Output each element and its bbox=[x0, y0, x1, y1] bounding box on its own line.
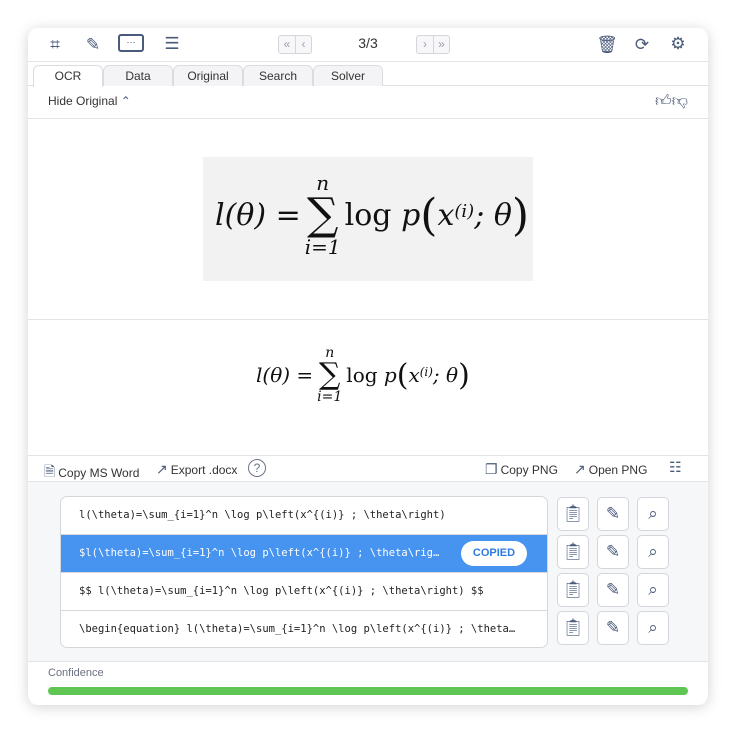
edit-icon[interactable]: ✎ bbox=[597, 573, 629, 607]
confidence-label: Confidence bbox=[48, 667, 104, 679]
edit-icon[interactable]: ✎ bbox=[597, 611, 629, 645]
formula-log: log bbox=[346, 363, 378, 387]
sum: n ∑ i=1 bbox=[305, 171, 341, 259]
open-png-button[interactable]: ↗ Open PNG bbox=[574, 461, 647, 478]
search-icon[interactable]: ⌕ bbox=[637, 535, 669, 569]
result-text: \begin{equation} l(\theta)=\sum_{i=1}^n … bbox=[79, 623, 516, 635]
tab-ocr[interactable]: OCR bbox=[33, 65, 103, 87]
app-window: ⌗ ✎ ⋯ ☰ « ‹ 3/3 › » 🗑 ⟳ ⚙ OCR Data Origi… bbox=[28, 28, 708, 705]
formula-semi: ; θ bbox=[474, 197, 512, 233]
formula-lhs: l(θ) = bbox=[215, 197, 301, 233]
original-image: l(θ) = n ∑ i=1 log p(x (i); θ) bbox=[203, 157, 533, 281]
gear-icon[interactable]: ⚙ bbox=[667, 34, 689, 54]
pen-icon[interactable]: ✎ bbox=[82, 35, 104, 55]
hide-original-label: Hide Original bbox=[48, 94, 118, 108]
sum-symbol: ∑ bbox=[319, 357, 341, 392]
first-page-button[interactable]: « bbox=[279, 36, 295, 53]
page-indicator: 3/3 bbox=[358, 35, 378, 51]
formula-p: p bbox=[401, 197, 421, 233]
last-page-button[interactable]: » bbox=[433, 36, 449, 53]
thumbs-down-icon[interactable]: 👎︎ bbox=[672, 93, 688, 110]
tab-original[interactable]: Original bbox=[173, 65, 243, 86]
keyboard-icon[interactable]: ⋯ bbox=[118, 34, 144, 52]
original-image-panel: l(θ) = n ∑ i=1 log p(x (i); θ) bbox=[28, 118, 708, 320]
formula-open: ( bbox=[420, 189, 438, 241]
tab-bar: OCR Data Original Search Solver bbox=[28, 62, 708, 87]
tab-data[interactable]: Data bbox=[103, 65, 173, 86]
nav-forward-group: › » bbox=[416, 35, 450, 54]
result-row[interactable]: l(\theta)=\sum_{i=1}^n \log p\left(x^{(i… bbox=[61, 497, 547, 535]
formula-lhs: l(θ) = bbox=[256, 363, 314, 387]
edit-icon[interactable]: ✎ bbox=[597, 497, 629, 531]
prev-page-button[interactable]: ‹ bbox=[295, 36, 311, 53]
settings-sliders-icon[interactable]: ☷ bbox=[669, 459, 682, 476]
clipboard-icon[interactable]: 📋︎ bbox=[557, 611, 589, 645]
sum-lower: i=1 bbox=[304, 235, 341, 259]
result-row-selected[interactable]: $l(\theta)=\sum_{i=1}^n \log p\left(x^{(… bbox=[61, 535, 547, 573]
help-icon[interactable]: ? bbox=[248, 459, 266, 477]
result-row[interactable]: \begin{equation} l(\theta)=\sum_{i=1}^n … bbox=[61, 611, 547, 647]
clipboard-icon[interactable]: 📋︎ bbox=[557, 535, 589, 569]
formula-x: x bbox=[437, 197, 455, 233]
clipboard-icon[interactable]: 📋︎ bbox=[557, 573, 589, 607]
trash-icon[interactable]: 🗑 bbox=[596, 35, 618, 55]
search-icon[interactable]: ⌕ bbox=[637, 611, 669, 645]
next-page-button[interactable]: › bbox=[417, 36, 433, 53]
chevron-up-icon: ⌃ bbox=[120, 94, 131, 108]
open-png-label: Open PNG bbox=[588, 462, 648, 477]
formula-close: ) bbox=[458, 357, 470, 393]
formula-semi: ; θ bbox=[432, 363, 459, 387]
search-icon[interactable]: ⌕ bbox=[637, 497, 669, 531]
copy-png-button[interactable]: ❐ Copy PNG bbox=[485, 461, 558, 478]
formula-close: ) bbox=[511, 189, 530, 241]
sum-lower: i=1 bbox=[317, 389, 343, 405]
rendered-formula: l(θ) = n ∑ i=1 log p(x (i); θ) bbox=[256, 345, 470, 405]
edit-icon[interactable]: ✎ bbox=[597, 535, 629, 569]
rendered-formula-panel: l(θ) = n ∑ i=1 log p(x (i); θ) bbox=[28, 320, 708, 455]
nav-back-group: « ‹ bbox=[278, 35, 312, 54]
result-list: l(\theta)=\sum_{i=1}^n \log p\left(x^{(i… bbox=[60, 496, 548, 648]
feedback: 👍︎👎︎ bbox=[655, 92, 688, 111]
result-text: $$ l(\theta)=\sum_{i=1}^n \log p\left(x^… bbox=[79, 585, 484, 597]
formula-x: x bbox=[408, 363, 420, 387]
external-link-icon: ↗ bbox=[574, 461, 586, 477]
copy-png-label: Copy PNG bbox=[500, 462, 558, 477]
formula-log: log bbox=[344, 197, 392, 233]
clipboard-icon[interactable]: 📋︎ bbox=[557, 497, 589, 531]
copy-ms-word-label: Copy MS Word bbox=[58, 466, 140, 480]
action-bar: 🗎 Copy MS Word ↗ Export .docx ? ❐ Copy PNG … bbox=[28, 455, 708, 482]
crop-icon[interactable]: ⌗ bbox=[44, 35, 66, 55]
export-docx-button[interactable]: ↗ Export .docx bbox=[156, 461, 237, 478]
list-icon[interactable]: ☰ bbox=[161, 34, 183, 54]
toolbar: ⌗ ✎ ⋯ ☰ « ‹ 3/3 › » 🗑 ⟳ ⚙ bbox=[28, 28, 708, 62]
original-formula: l(θ) = n ∑ i=1 log p(x (i); θ) bbox=[215, 171, 529, 259]
hide-original-toggle[interactable]: Hide Original ⌃ bbox=[48, 94, 131, 108]
thumbs-up-icon[interactable]: 👍︎ bbox=[655, 93, 672, 110]
result-text: l(\theta)=\sum_{i=1}^n \log p\left(x^{(i… bbox=[79, 509, 446, 521]
external-link-icon: ↗ bbox=[156, 461, 168, 477]
result-text: $l(\theta)=\sum_{i=1}^n \log p\left(x^{(… bbox=[79, 547, 440, 559]
formula-open: ( bbox=[396, 357, 409, 393]
sum: n ∑ i=1 bbox=[317, 345, 342, 405]
refresh-icon[interactable]: ⟳ bbox=[631, 35, 653, 55]
results-panel: l(\theta)=\sum_{i=1}^n \log p\left(x^{(i… bbox=[28, 482, 708, 662]
search-icon[interactable]: ⌕ bbox=[637, 573, 669, 607]
tab-search[interactable]: Search bbox=[243, 65, 313, 86]
copy-icon: ❐ bbox=[485, 461, 498, 477]
confidence-bar bbox=[48, 687, 688, 695]
export-docx-label: Export .docx bbox=[170, 462, 238, 477]
formula-p: p bbox=[383, 363, 397, 387]
tab-solver[interactable]: Solver bbox=[313, 65, 383, 86]
formula-sup: (i) bbox=[419, 365, 433, 379]
result-row[interactable]: $$ l(\theta)=\sum_{i=1}^n \log p\left(x^… bbox=[61, 573, 547, 611]
copied-badge: COPIED bbox=[461, 541, 527, 566]
sum-symbol: ∑ bbox=[306, 189, 339, 240]
formula-sup: (i) bbox=[454, 201, 475, 222]
